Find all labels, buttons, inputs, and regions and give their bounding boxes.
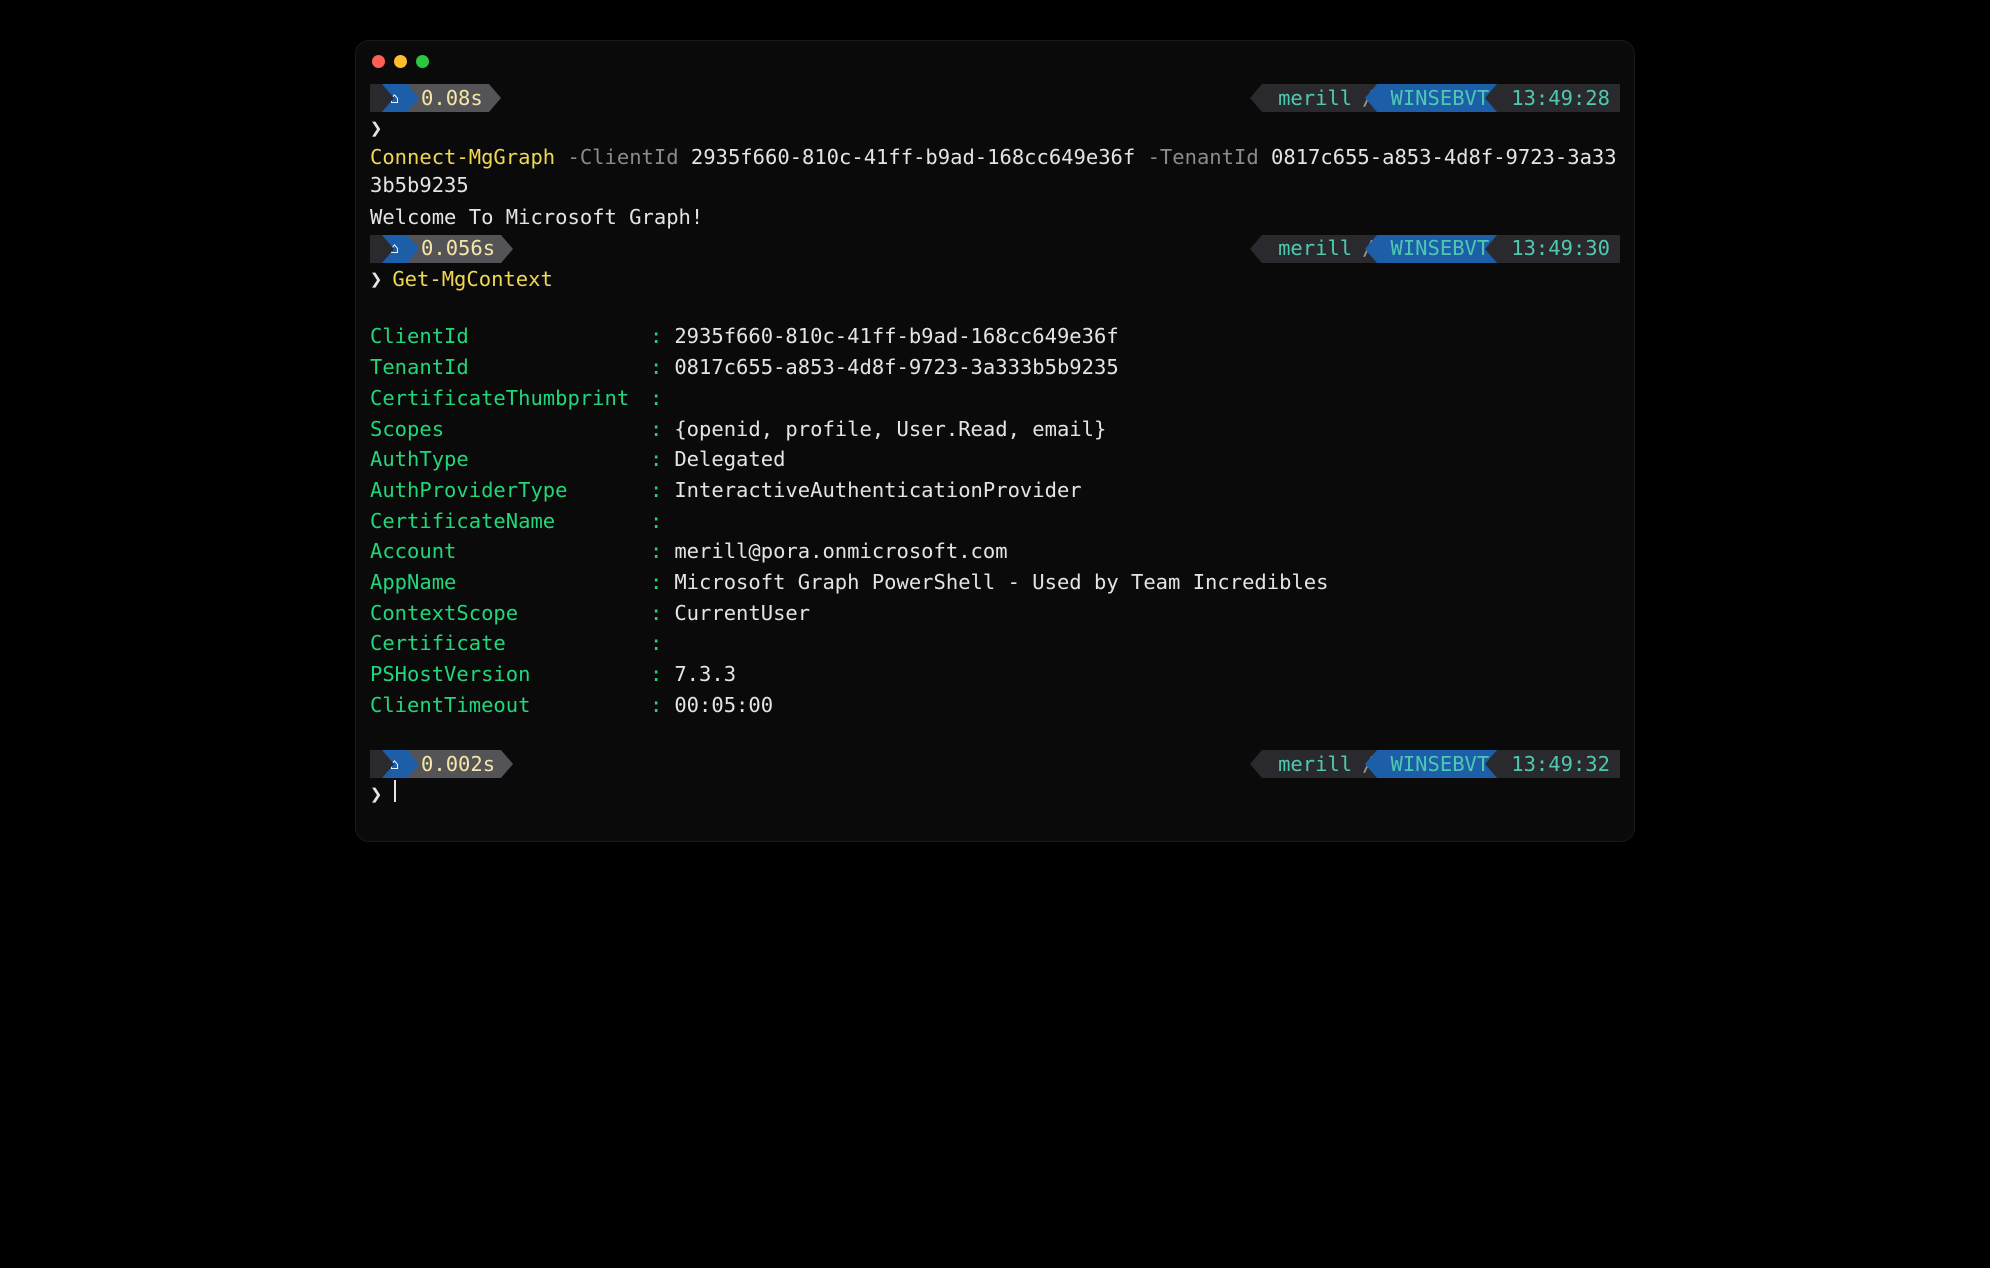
segment-divider-icon (382, 750, 394, 778)
segment-divider-icon (1485, 750, 1497, 778)
kv-row: AppName:Microsoft Graph PowerShell - Use… (370, 567, 1620, 598)
duration-segment: 0.002s (407, 750, 501, 778)
prompt-segment-row: ⌂ 0.056s merill / WINSEBVT 13:49:30 (370, 235, 1620, 263)
prompt-segment-row: ⌂ 0.002s merill / WINSEBVT 13:49:32 (370, 750, 1620, 778)
command-text: Connect-MgGraph -ClientId 2935f660-810c-… (370, 143, 1620, 200)
segment-divider-icon (382, 235, 394, 263)
kv-row: TenantId:0817c655-a853-4d8f-9723-3a333b5… (370, 352, 1620, 383)
segment-divider-icon (1250, 750, 1262, 778)
kv-row: ClientTimeout:00:05:00 (370, 690, 1620, 721)
segment-divider-icon (1485, 235, 1497, 263)
segment-divider-icon (407, 750, 419, 778)
segment-divider-icon (382, 84, 394, 112)
segment-divider-icon (1365, 750, 1377, 778)
host-segment: WINSEBVT (1377, 84, 1498, 112)
command-line[interactable]: ❯ Connect-MgGraph -ClientId 2935f660-810… (370, 112, 1620, 202)
segment-divider-icon (1250, 235, 1262, 263)
context-output: ClientId:2935f660-810c-41ff-b9ad-168cc64… (370, 321, 1620, 720)
terminal-window: ⌂ 0.08s merill / WINSEBVT 13:49:28 ❯ Con… (355, 40, 1635, 842)
duration-segment: 0.08s (407, 84, 489, 112)
duration-segment: 0.056s (407, 235, 501, 263)
kv-row: PSHostVersion:7.3.3 (370, 659, 1620, 690)
segment-divider-icon (489, 84, 501, 112)
apple-icon (370, 750, 382, 778)
kv-row: Scopes:{openid, profile, User.Read, emai… (370, 414, 1620, 445)
prompt-caret-icon: ❯ (370, 114, 382, 143)
segment-divider-icon (501, 750, 513, 778)
output-line: Welcome To Microsoft Graph! (370, 202, 1620, 233)
minimize-button[interactable] (394, 55, 407, 68)
cursor-icon (394, 780, 396, 802)
segment-divider-icon (1485, 84, 1497, 112)
segment-divider-icon (1250, 84, 1262, 112)
segment-divider-icon (1365, 84, 1377, 112)
host-segment: WINSEBVT (1377, 750, 1498, 778)
segment-divider-icon (407, 84, 419, 112)
window-titlebar (356, 41, 1634, 78)
kv-row: ClientId:2935f660-810c-41ff-b9ad-168cc64… (370, 321, 1620, 352)
segment-divider-icon (1365, 235, 1377, 263)
prompt-caret-icon: ❯ (370, 265, 382, 294)
kv-row: AuthProviderType:InteractiveAuthenticati… (370, 475, 1620, 506)
host-segment: WINSEBVT (1377, 235, 1498, 263)
segment-divider-icon (407, 235, 419, 263)
maximize-button[interactable] (416, 55, 429, 68)
apple-icon (370, 84, 382, 112)
clock-segment: 13:49:30 (1497, 235, 1620, 263)
user-segment: merill (1262, 84, 1360, 112)
command-input-line[interactable]: ❯ (370, 778, 1620, 811)
user-segment: merill (1262, 235, 1360, 263)
prompt-caret-icon: ❯ (370, 780, 382, 809)
kv-row: Certificate: (370, 628, 1620, 659)
clock-segment: 13:49:28 (1497, 84, 1620, 112)
command-text: Get-MgContext (392, 265, 552, 294)
kv-row: Account:merill@pora.onmicrosoft.com (370, 536, 1620, 567)
kv-row: AuthType:Delegated (370, 444, 1620, 475)
clock-segment: 13:49:32 (1497, 750, 1620, 778)
user-segment: merill (1262, 750, 1360, 778)
apple-icon (370, 235, 382, 263)
kv-row: CertificateName: (370, 506, 1620, 537)
prompt-segment-row: ⌂ 0.08s merill / WINSEBVT 13:49:28 (370, 84, 1620, 112)
close-button[interactable] (372, 55, 385, 68)
kv-row: CertificateThumbprint: (370, 383, 1620, 414)
kv-row: ContextScope:CurrentUser (370, 598, 1620, 629)
command-line[interactable]: ❯ Get-MgContext (370, 263, 1620, 296)
segment-divider-icon (501, 235, 513, 263)
terminal-body[interactable]: ⌂ 0.08s merill / WINSEBVT 13:49:28 ❯ Con… (356, 78, 1634, 841)
